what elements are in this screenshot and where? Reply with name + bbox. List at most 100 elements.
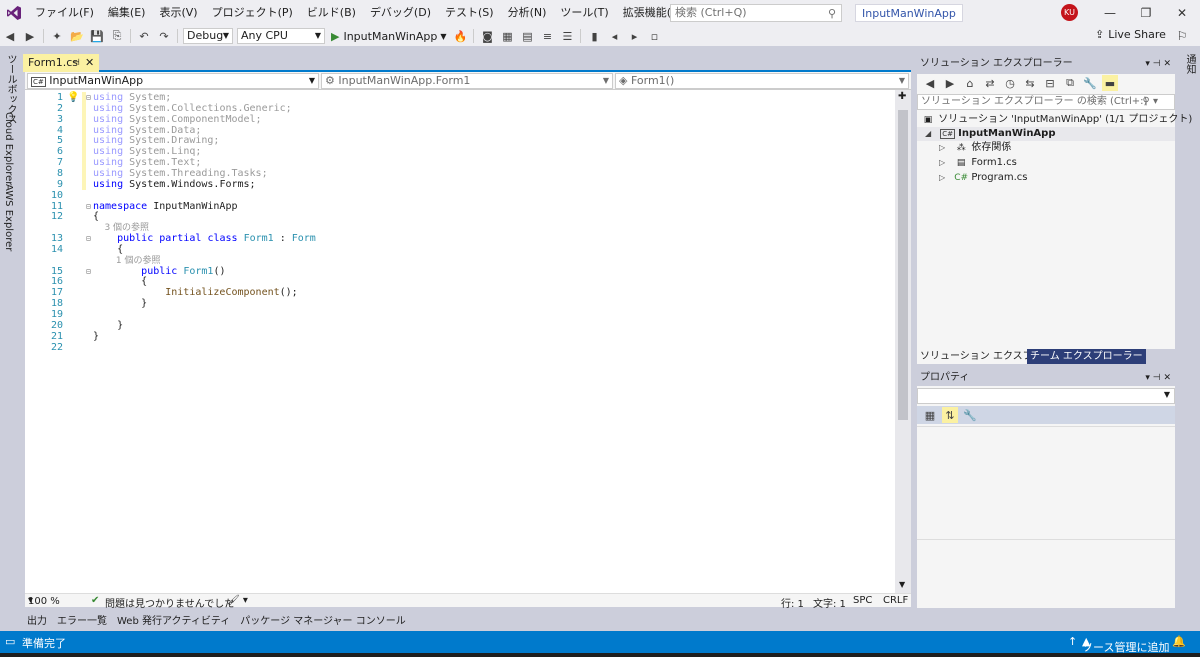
object-select[interactable]: ▼ — [917, 388, 1175, 404]
code-line[interactable]: 17 InitializeComponent(); — [25, 287, 895, 298]
code-line[interactable]: 18 } — [25, 298, 895, 309]
lightbulb-icon[interactable]: 💡 — [67, 92, 79, 103]
menu-item[interactable]: ファイル(F) — [28, 0, 101, 26]
tree-project[interactable]: ◢ C# InputManWinApp — [917, 127, 1175, 141]
tree-item-dependencies[interactable]: ▷ ⁂ 依存関係 — [939, 141, 1011, 155]
close-icon[interactable]: ✕ — [85, 54, 94, 72]
panel-controls-icon[interactable]: ▾ ⊣ ✕ — [1145, 370, 1171, 386]
panel-controls-icon[interactable]: ▾ ⊣ ✕ — [1145, 56, 1171, 72]
reference-count[interactable]: 1 個の参照 — [93, 256, 161, 266]
code-line[interactable]: 6 using System.Linq; — [25, 146, 895, 158]
bottom-tab[interactable]: エラー一覧 — [52, 612, 112, 627]
tree-item-form1[interactable]: ▷ ▤ Form1.cs — [939, 156, 1017, 170]
platform-select[interactable]: Any CPU ▼ — [237, 28, 325, 44]
collapse-icon[interactable]: ⊟ — [86, 233, 91, 244]
menu-item[interactable]: 編集(E) — [101, 0, 153, 26]
close-button[interactable]: ✕ — [1162, 0, 1200, 26]
reference-count[interactable]: 3 個の参照 — [93, 223, 149, 233]
code-line[interactable]: 1 ⊟ 💡 using System; — [25, 92, 895, 103]
categorized-icon[interactable]: ▦ — [922, 407, 938, 423]
pin-icon[interactable]: ⊣ — [72, 54, 80, 72]
code-line[interactable]: 4 using System.Data; — [25, 124, 895, 136]
code-line[interactable]: 16 { — [25, 276, 895, 287]
cleanup-icon[interactable]: 🖌 ▾ — [227, 595, 248, 606]
notifications-tab[interactable]: 通知 — [1182, 54, 1197, 74]
bottom-tab[interactable]: パッケージ マネージャー コンソール — [235, 612, 410, 627]
show-all-files-icon[interactable]: ⧉ — [1062, 75, 1078, 91]
browser-link-icon[interactable]: ◙ — [479, 28, 495, 44]
back-icon[interactable]: ◀ — [2, 28, 18, 44]
uncomment-icon[interactable]: ☰ — [559, 28, 575, 44]
feedback-icon[interactable]: ⚐ — [1162, 26, 1200, 46]
notifications-icon[interactable]: 🔔 — [1172, 635, 1186, 648]
code-line[interactable]: 10 — [25, 190, 895, 201]
zoom-select[interactable]: 100 % ▾ — [28, 595, 60, 607]
line-ending-indicator[interactable]: CRLF — [883, 595, 908, 606]
source-control-button[interactable]: ソース管理に追加 ▲ — [1082, 635, 1169, 654]
aws-explorer-tab[interactable]: AWS Explorer — [3, 184, 14, 251]
menu-item[interactable]: 分析(N) — [501, 0, 554, 26]
home-icon[interactable]: ⌂ — [962, 75, 978, 91]
next-bookmark-icon[interactable]: ▸ — [626, 28, 642, 44]
tab-form1-cs[interactable]: Form1.cs ⊣ ✕ — [23, 54, 99, 72]
layout-icon[interactable]: ▤ — [519, 28, 535, 44]
switch-views-icon[interactable]: ⇄ — [982, 75, 998, 91]
prev-bookmark-icon[interactable]: ◂ — [606, 28, 622, 44]
pending-changes-icon[interactable]: ◷ — [1002, 75, 1018, 91]
quick-search-input[interactable]: 検索 (Ctrl+Q) ⚲ — [670, 4, 842, 22]
configuration-select[interactable]: Debug ▼ — [183, 28, 233, 44]
code-line[interactable]: 11 ⊟ namespace InputManWinApp — [25, 201, 895, 212]
undo-icon[interactable]: ↶ — [136, 28, 152, 44]
code-line[interactable]: 22 — [25, 342, 895, 353]
sync-icon[interactable]: ⇆ — [1022, 75, 1038, 91]
collapsed-arrow-icon[interactable]: ▷ — [939, 141, 951, 155]
menu-item[interactable]: ツール(T) — [553, 0, 615, 26]
restore-button[interactable]: ❐ — [1126, 0, 1166, 26]
code-line[interactable]: 21} — [25, 331, 895, 342]
vertical-scrollbar[interactable]: ✚ ▼ — [895, 90, 911, 593]
code-line[interactable]: 1 個の参照 — [25, 255, 895, 266]
whitespace-indicator[interactable]: SPC — [853, 595, 872, 606]
code-editor[interactable]: 1 ⊟ 💡 using System; 2 using System.Collection… — [25, 90, 911, 593]
collapsed-arrow-icon[interactable]: ▷ — [939, 156, 951, 170]
code-line[interactable]: 5 using System.Drawing; — [25, 135, 895, 147]
property-pages-icon[interactable]: 🔧 — [962, 407, 978, 423]
cloud-explorer-tab[interactable]: Cloud Explorer — [3, 112, 14, 185]
visual-studio-logo-icon[interactable] — [0, 0, 28, 26]
preview-icon[interactable]: ▬ — [1102, 75, 1118, 91]
back-icon[interactable]: ◀ — [922, 75, 938, 91]
menu-item[interactable]: テスト(S) — [438, 0, 501, 26]
code-line[interactable]: 14 { — [25, 244, 895, 255]
code-line[interactable]: 2 using System.Collections.Generic; — [25, 102, 895, 114]
bottom-tab[interactable]: Web 発行アクティビティ — [112, 612, 235, 627]
collapse-all-icon[interactable]: ⊟ — [1042, 75, 1058, 91]
redo-icon[interactable]: ↷ — [156, 28, 172, 44]
code-area[interactable]: 1 ⊟ 💡 using System; 2 using System.Collection… — [25, 90, 895, 593]
code-line[interactable]: 9 using System.Windows.Forms; — [25, 178, 895, 190]
menu-item[interactable]: ビルド(B) — [300, 0, 363, 26]
clear-bookmarks-icon[interactable]: ▫ — [646, 28, 662, 44]
collapsed-arrow-icon[interactable]: ▷ — [939, 171, 951, 185]
code-line[interactable]: 12 { — [25, 211, 895, 222]
forward-icon[interactable]: ▶ — [942, 75, 958, 91]
new-project-icon[interactable]: ✦ — [49, 28, 65, 44]
open-file-icon[interactable]: 📂 — [69, 28, 85, 44]
collapse-icon[interactable]: ⊟ — [86, 92, 91, 103]
start-debugging-button[interactable]: ▶ InputManWinApp ▼ — [331, 30, 446, 43]
expanded-arrow-icon[interactable]: ◢ — [925, 127, 937, 141]
code-line[interactable]: 7 using System.Text; — [25, 157, 895, 169]
menu-item[interactable]: 表示(V) — [152, 0, 204, 26]
code-line[interactable]: 20 } — [25, 320, 895, 331]
code-line[interactable]: 3 using System.ComponentModel; — [25, 113, 895, 125]
scrollbar-thumb[interactable] — [898, 110, 908, 420]
bookmark-icon[interactable]: ▮ — [586, 28, 602, 44]
code-line[interactable]: 8 using System.Threading.Tasks; — [25, 167, 895, 179]
properties-icon[interactable]: 🔧 — [1082, 75, 1098, 91]
member-dropdown[interactable]: ◈ Form1() ▼ — [615, 73, 909, 89]
solution-search-input[interactable]: ソリューション エクスプローラー の検索 (Ctrl+:) ⚲ ▾ — [917, 94, 1175, 110]
code-line[interactable]: 15 ⊟ public Form1() — [25, 266, 895, 277]
tree-item-program[interactable]: ▷ C# Program.cs — [939, 171, 1027, 185]
menu-item[interactable]: デバッグ(D) — [363, 0, 438, 26]
tree-solution[interactable]: ▣ ソリューション 'InputManWinApp' (1/1 プロジェクト) — [921, 113, 1193, 127]
live-share-button[interactable]: ⇪ Live Share — [1095, 28, 1166, 41]
